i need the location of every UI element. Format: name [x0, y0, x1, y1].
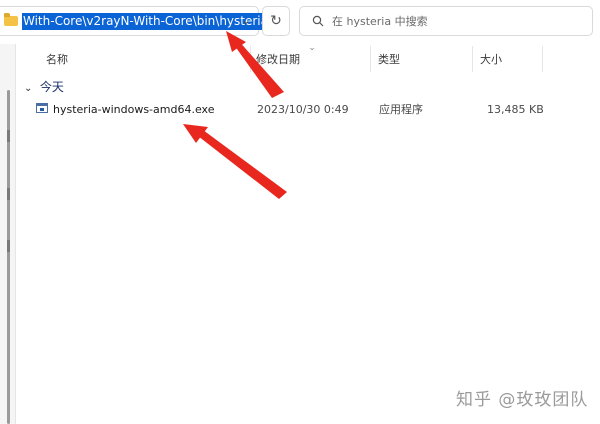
address-path-selected[interactable]: With-Core\v2rayN-With-Core\bin\hysteria	[22, 13, 269, 30]
file-row[interactable]: hysteria-windows-amd64.exe 2023/10/30 0:…	[28, 100, 588, 120]
sort-chevron-icon: ⌄	[308, 43, 316, 53]
explorer-toolbar: With-Core\v2rayN-With-Core\bin\hysteria …	[0, 0, 600, 44]
group-header-today[interactable]: ⌄ 今天	[24, 78, 64, 96]
column-divider[interactable]	[370, 46, 371, 72]
chevron-down-icon[interactable]: ⌄	[239, 13, 253, 29]
refresh-icon: ↻	[270, 13, 282, 29]
column-header-modified[interactable]: 修改日期	[256, 52, 300, 68]
refresh-button[interactable]: ↻	[262, 6, 290, 36]
file-modified-date: 2023/10/30 0:49	[257, 103, 349, 116]
exe-file-icon	[36, 103, 48, 113]
column-header-type[interactable]: 类型	[378, 52, 400, 68]
chevron-down-icon: ⌄	[24, 83, 33, 94]
scrollbar-thumb-mark	[7, 240, 10, 252]
group-label: 今天	[39, 80, 64, 94]
search-input[interactable]	[332, 11, 582, 31]
red-arrow-to-file	[183, 124, 287, 199]
file-type: 应用程序	[379, 103, 423, 116]
address-bar[interactable]: With-Core\v2rayN-With-Core\bin\hysteria …	[0, 6, 269, 36]
column-header-row: 名称 ⌄ 修改日期 类型 大小	[16, 44, 600, 74]
column-header-size[interactable]: 大小	[480, 52, 502, 68]
navigation-pane-edge	[0, 44, 16, 424]
search-box[interactable]	[299, 6, 593, 36]
file-size: 13,485 KB	[487, 103, 544, 116]
watermark: 知乎 @玫玫团队	[456, 390, 589, 410]
folder-icon	[4, 13, 18, 26]
column-divider[interactable]	[472, 46, 473, 72]
scrollbar-thumb-mark	[7, 130, 10, 142]
column-header-name[interactable]: 名称	[46, 52, 68, 68]
file-explorer-window: With-Core\v2rayN-With-Core\bin\hysteria …	[0, 0, 600, 424]
navigation-scrollbar[interactable]	[7, 90, 10, 424]
search-icon	[312, 15, 324, 27]
column-divider[interactable]	[250, 46, 251, 72]
scrollbar-thumb-mark	[7, 188, 10, 200]
column-divider[interactable]	[542, 46, 543, 72]
file-name[interactable]: hysteria-windows-amd64.exe	[53, 102, 214, 118]
